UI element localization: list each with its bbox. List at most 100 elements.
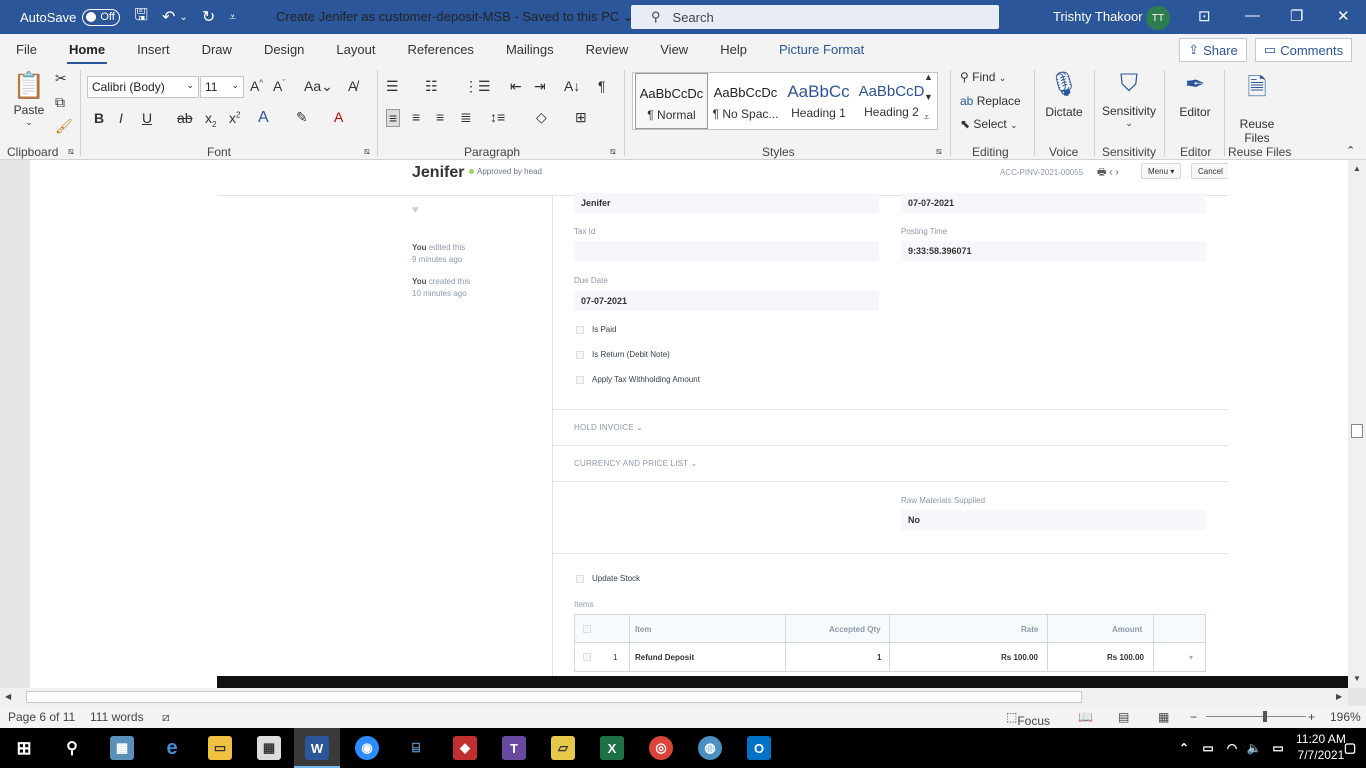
tab-home[interactable]: Home: [61, 42, 113, 65]
tab-picture-format[interactable]: Picture Format: [771, 42, 872, 57]
numbering-icon[interactable]: ☷: [425, 78, 438, 95]
avatar[interactable]: TT: [1146, 6, 1170, 30]
horizontal-scrollbar[interactable]: ◀ ▶: [0, 688, 1348, 706]
outlook-icon[interactable]: O: [747, 736, 771, 760]
redo-icon[interactable]: ↻: [202, 7, 215, 27]
customize-qat-icon[interactable]: ⩡: [229, 10, 236, 25]
style-no-spacing[interactable]: AaBbCcDc ¶ No Spac...: [709, 73, 782, 129]
globe-icon[interactable]: ◍: [698, 736, 722, 760]
autosave-toggle[interactable]: Off: [82, 8, 121, 26]
editor-button[interactable]: ✒ Editor: [1172, 70, 1218, 119]
tab-references[interactable]: References: [399, 42, 481, 57]
styles-scroll-up-icon[interactable]: ▲: [924, 72, 933, 82]
word-icon[interactable]: W: [305, 736, 329, 760]
search-icon[interactable]: ⚲: [60, 736, 84, 760]
tab-design[interactable]: Design: [256, 42, 312, 57]
sort-icon[interactable]: A↓: [564, 78, 580, 94]
increase-indent-icon[interactable]: ⇥: [534, 78, 546, 95]
tab-file[interactable]: File: [8, 42, 45, 57]
styles-launcher-icon[interactable]: ⧅: [936, 146, 942, 157]
styles-scroll-down-icon[interactable]: ▼: [924, 92, 933, 102]
line-spacing-icon[interactable]: ↕≡: [490, 109, 505, 125]
decrease-indent-icon[interactable]: ⇤: [510, 78, 522, 95]
font-name-select[interactable]: Calibri (Body) ⌄: [87, 76, 199, 98]
multilevel-list-icon[interactable]: ⋮☰: [464, 78, 491, 95]
zoom-out-icon[interactable]: −: [1190, 710, 1197, 724]
superscript-icon[interactable]: x2: [229, 110, 240, 126]
strikethrough-icon[interactable]: ab: [177, 110, 193, 126]
borders-icon[interactable]: ⊞: [575, 109, 587, 126]
embedded-screenshot[interactable]: Jenifer Approved by head ACC-PINV-2021-0…: [217, 160, 1228, 688]
font-launcher-icon[interactable]: ⧅: [364, 146, 370, 157]
horizontal-scroll-thumb[interactable]: [26, 691, 1082, 703]
calculator-icon[interactable]: ▦: [257, 736, 281, 760]
search-box[interactable]: ⚲ Search: [631, 5, 999, 29]
ime-icon[interactable]: ▭: [1266, 736, 1290, 760]
highlight-icon[interactable]: ✎: [296, 109, 308, 126]
focus-button[interactable]: ⬚ Focus: [1006, 710, 1050, 728]
align-center-icon[interactable]: ≡: [412, 109, 420, 125]
clipboard-launcher-icon[interactable]: ⧅: [68, 146, 74, 157]
align-right-icon[interactable]: ≡: [436, 109, 444, 125]
shrink-font-icon[interactable]: Aˇ: [273, 78, 285, 94]
shading-icon[interactable]: ◇: [536, 109, 547, 126]
document-title[interactable]: Create Jenifer as customer-deposit-MSB -…: [276, 9, 634, 25]
sensitivity-button[interactable]: ⛉ Sensitivity ⌄: [1100, 70, 1158, 129]
clear-formatting-icon[interactable]: A̸: [348, 78, 357, 94]
zoom-level[interactable]: 196%: [1330, 710, 1361, 724]
vertical-scroll-thumb[interactable]: [1351, 424, 1363, 438]
text-effects-icon[interactable]: A: [258, 109, 269, 127]
select-button[interactable]: ⬉ Select ⌄: [960, 117, 1018, 131]
style-heading-2[interactable]: AaBbCcD Heading 2: [855, 73, 928, 129]
styles-more-icon[interactable]: ⩡: [924, 112, 929, 123]
word-count[interactable]: 111 words: [90, 710, 144, 724]
ribbon-display-icon[interactable]: ⊡: [1198, 7, 1211, 25]
cut-icon[interactable]: ✂: [55, 70, 67, 87]
bullets-icon[interactable]: ☰: [386, 78, 399, 95]
read-mode-icon[interactable]: 📖: [1078, 710, 1093, 724]
volume-icon[interactable]: 🔈: [1242, 736, 1266, 760]
tab-layout[interactable]: Layout: [328, 42, 383, 57]
align-left-icon[interactable]: ≡: [386, 109, 401, 127]
comments-button[interactable]: ▭ Comments: [1255, 38, 1352, 62]
print-layout-icon[interactable]: ▤: [1118, 710, 1129, 724]
zoom-in-icon[interactable]: +: [1308, 710, 1315, 724]
tab-review[interactable]: Review: [578, 42, 637, 57]
excel-icon[interactable]: X: [600, 736, 624, 760]
edge-icon[interactable]: e: [160, 736, 184, 760]
windows-start-icon[interactable]: ⊞: [12, 736, 36, 760]
format-painter-icon[interactable]: 🖌: [55, 118, 73, 135]
style-heading-1[interactable]: AaBbCc Heading 1: [782, 73, 855, 129]
restore-icon[interactable]: ❐: [1290, 7, 1303, 25]
change-case-icon[interactable]: Aa⌄: [304, 78, 333, 95]
find-button[interactable]: ⚲ Find ⌄: [960, 70, 1006, 84]
proofing-icon[interactable]: ⧄: [162, 710, 170, 725]
autosave-control[interactable]: AutoSave Off: [20, 8, 121, 26]
paragraph-launcher-icon[interactable]: ⧅: [610, 146, 616, 157]
reuse-files-button[interactable]: 🗎 Reuse Files: [1232, 70, 1282, 145]
page-count[interactable]: Page 6 of 11: [8, 710, 75, 724]
tab-view[interactable]: View: [652, 42, 696, 57]
collapse-ribbon-icon[interactable]: ⌃: [1346, 144, 1355, 157]
zoom-icon[interactable]: ◉: [355, 736, 379, 760]
file-explorer-icon[interactable]: ▭: [208, 736, 232, 760]
battery-icon[interactable]: ▭: [1196, 736, 1220, 760]
subscript-icon[interactable]: x2: [205, 110, 216, 129]
copy-icon[interactable]: ⧉: [55, 94, 65, 111]
show-formatting-icon[interactable]: ¶: [598, 78, 606, 94]
minimize-icon[interactable]: —: [1245, 7, 1260, 24]
tab-draw[interactable]: Draw: [194, 42, 240, 57]
paste-button[interactable]: 📋 Paste ⌄: [10, 70, 48, 128]
bold-icon[interactable]: B: [94, 110, 104, 126]
network-app-icon[interactable]: ⌸: [404, 736, 428, 760]
tab-mailings[interactable]: Mailings: [498, 42, 562, 57]
zoom-slider-thumb[interactable]: [1263, 711, 1267, 722]
tab-help[interactable]: Help: [712, 42, 755, 57]
app-icon-2[interactable]: ◆: [453, 736, 477, 760]
undo-dropdown-icon[interactable]: ⌄: [179, 12, 187, 23]
user-name[interactable]: Trishty Thakoor: [1053, 9, 1143, 24]
close-icon[interactable]: ✕: [1337, 7, 1350, 25]
underline-icon[interactable]: U: [142, 110, 152, 126]
font-color-icon[interactable]: A: [334, 109, 343, 125]
dictate-button[interactable]: 🎙 Dictate: [1042, 70, 1086, 119]
